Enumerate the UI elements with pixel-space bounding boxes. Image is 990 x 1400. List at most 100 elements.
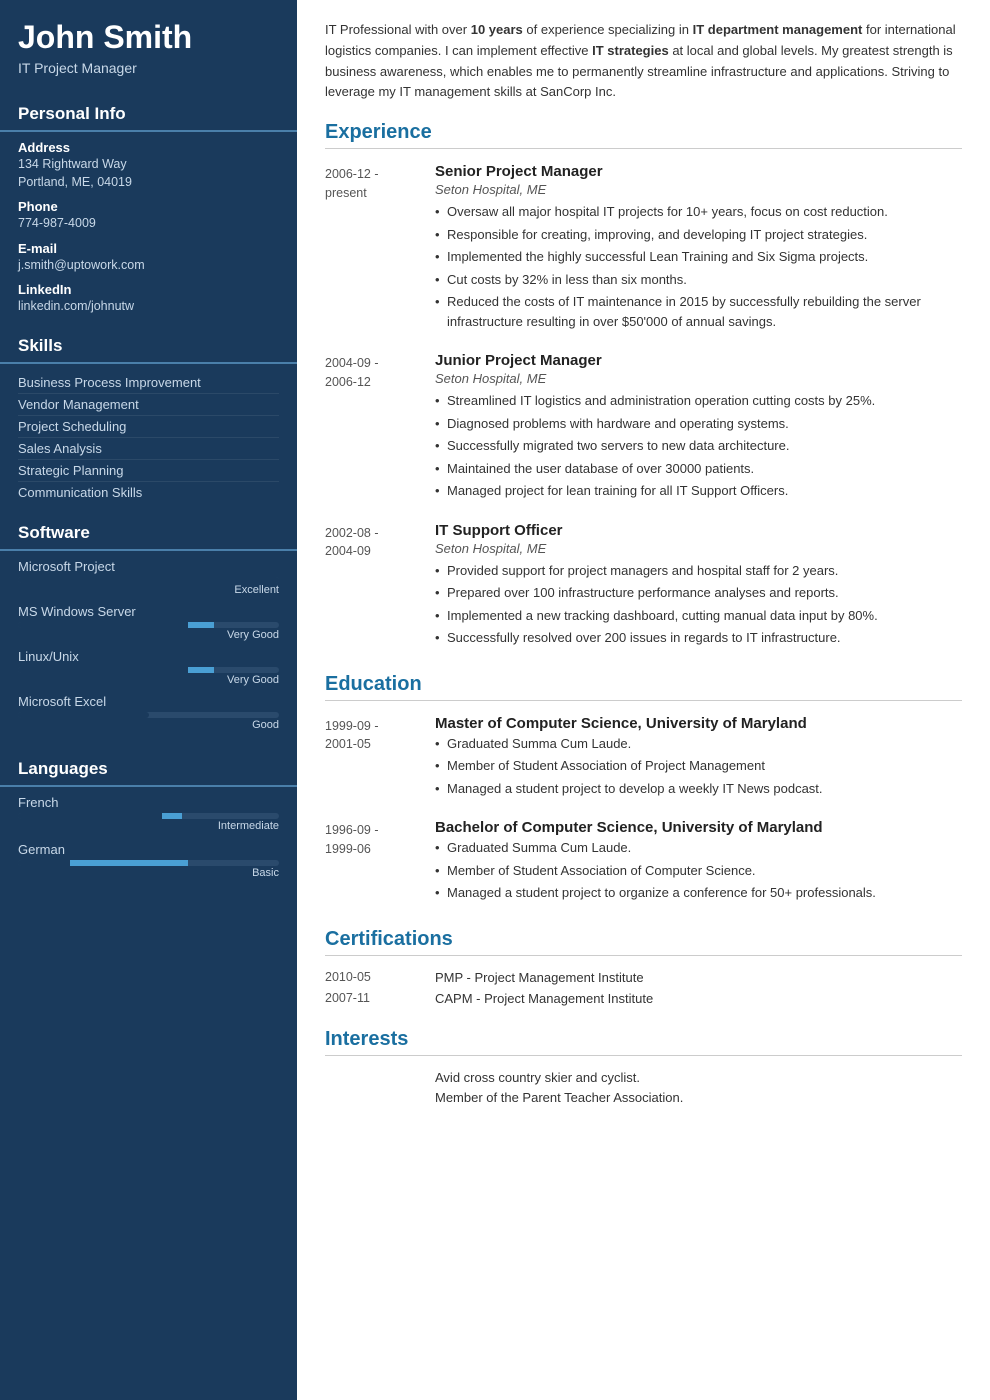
languages-content: French Intermediate German Basic — [0, 795, 297, 879]
bar-label: Excellent — [18, 584, 279, 596]
degree-title: Bachelor of Computer Science, University… — [435, 819, 962, 836]
bar-label: Good — [18, 719, 279, 731]
email-field: E-mail j.smith@uptowork.com — [18, 241, 279, 275]
candidate-title: IT Project Manager — [18, 60, 279, 76]
cert-date: 2010-05 — [325, 970, 435, 985]
bullet-item: Managed project for lean training for al… — [435, 481, 962, 501]
job-title: Senior Project Manager — [435, 163, 962, 180]
personal-info-heading: Personal Info — [0, 94, 297, 132]
entry-bullets: Streamlined IT logistics and administrat… — [435, 391, 962, 501]
lang-level: Basic — [18, 867, 279, 879]
bullet-item: Successfully resolved over 200 issues in… — [435, 628, 962, 648]
skill-bar — [18, 712, 279, 718]
cert-date: 2007-11 — [325, 991, 435, 1006]
cert-name: PMP - Project Management Institute — [435, 970, 644, 985]
bullet-item: Reduced the costs of IT maintenance in 2… — [435, 292, 962, 331]
education-entry: 1996-09 -1999-06 Bachelor of Computer Sc… — [325, 819, 962, 906]
skills-heading: Skills — [0, 326, 297, 364]
skill-bar — [18, 577, 279, 583]
entry-content: Bachelor of Computer Science, University… — [435, 819, 962, 906]
skill-item: Project Scheduling — [18, 416, 279, 438]
entry-date: 1999-09 -2001-05 — [325, 715, 435, 802]
interests-section: Interests Avid cross country skier and c… — [325, 1028, 962, 1105]
sidebar-header: John Smith IT Project Manager — [0, 0, 297, 94]
bar-filled — [18, 712, 149, 718]
skill-bar — [18, 667, 279, 673]
languages-section: Languages French Intermediate German — [0, 749, 297, 899]
entry-content: Senior Project Manager Seton Hospital, M… — [435, 163, 962, 334]
candidate-name: John Smith — [18, 20, 279, 55]
bullet-item: Cut costs by 32% in less than six months… — [435, 270, 962, 290]
bullet-item: Implemented a new tracking dashboard, cu… — [435, 606, 962, 626]
cert-name: CAPM - Project Management Institute — [435, 991, 653, 1006]
bar-label: Very Good — [18, 629, 279, 641]
education-heading: Education — [325, 673, 962, 701]
bullet-item: Provided support for project managers an… — [435, 561, 962, 581]
entry-date: 1996-09 -1999-06 — [325, 819, 435, 906]
skill-item: Sales Analysis — [18, 438, 279, 460]
sidebar: John Smith IT Project Manager Personal I… — [0, 0, 297, 1400]
entry-date: 2004-09 -2006-12 — [325, 352, 435, 504]
bullet-item: Streamlined IT logistics and administrat… — [435, 391, 962, 411]
interest-item: Member of the Parent Teacher Association… — [325, 1090, 962, 1105]
phone-label: Phone — [18, 199, 279, 214]
address-label: Address — [18, 140, 279, 155]
lang-bar — [18, 860, 279, 866]
main-content: IT Professional with over 10 years of ex… — [297, 0, 990, 1400]
language-french: French Intermediate — [18, 795, 279, 832]
entry-content: Master of Computer Science, University o… — [435, 715, 962, 802]
phone-value: 774-987-4009 — [18, 215, 279, 233]
skill-item: Business Process Improvement — [18, 372, 279, 394]
education-section: Education 1999-09 -2001-05 Master of Com… — [325, 673, 962, 906]
experience-entry: 2002-08 -2004-09 IT Support Officer Seto… — [325, 522, 962, 651]
interest-item: Avid cross country skier and cyclist. — [325, 1070, 962, 1085]
entry-bullets: Provided support for project managers an… — [435, 561, 962, 648]
entry-company: Seton Hospital, ME — [435, 182, 962, 197]
cert-entry: 2010-05 PMP - Project Management Institu… — [325, 970, 962, 985]
entry-company: Seton Hospital, ME — [435, 371, 962, 386]
bullet-item: Graduated Summa Cum Laude. — [435, 838, 962, 858]
linkedin-label: LinkedIn — [18, 282, 279, 297]
lang-name: German — [18, 842, 279, 857]
software-microsoft-project: Microsoft Project Excellent — [18, 559, 279, 596]
software-name: Microsoft Excel — [18, 694, 279, 709]
bullet-item: Diagnosed problems with hardware and ope… — [435, 414, 962, 434]
experience-entry: 2006-12 -present Senior Project Manager … — [325, 163, 962, 334]
bar-filled — [18, 577, 279, 583]
personal-info-content: Address 134 Rightward WayPortland, ME, 0… — [0, 140, 297, 316]
entry-date: 2006-12 -present — [325, 163, 435, 334]
skill-bar — [18, 622, 279, 628]
software-linux-unix: Linux/Unix Very Good — [18, 649, 279, 686]
bullet-item: Implemented the highly successful Lean T… — [435, 247, 962, 267]
bullet-item: Graduated Summa Cum Laude. — [435, 734, 962, 754]
skills-content: Business Process Improvement Vendor Mana… — [0, 372, 297, 503]
interests-heading: Interests — [325, 1028, 962, 1056]
bullet-item: Managed a student project to develop a w… — [435, 779, 962, 799]
email-label: E-mail — [18, 241, 279, 256]
skill-item: Communication Skills — [18, 482, 279, 503]
software-name: MS Windows Server — [18, 604, 279, 619]
bullet-item: Prepared over 100 infrastructure perform… — [435, 583, 962, 603]
job-title: IT Support Officer — [435, 522, 962, 539]
experience-heading: Experience — [325, 121, 962, 149]
entry-content: Junior Project Manager Seton Hospital, M… — [435, 352, 962, 504]
bullet-item: Member of Student Association of Compute… — [435, 861, 962, 881]
email-value: j.smith@uptowork.com — [18, 257, 279, 275]
lang-bar — [18, 813, 279, 819]
lang-name: French — [18, 795, 279, 810]
entry-date: 2002-08 -2004-09 — [325, 522, 435, 651]
software-name: Microsoft Project — [18, 559, 279, 574]
experience-entry: 2004-09 -2006-12 Junior Project Manager … — [325, 352, 962, 504]
bullet-item: Responsible for creating, improving, and… — [435, 225, 962, 245]
software-ms-windows: MS Windows Server Very Good — [18, 604, 279, 641]
bar-label: Very Good — [18, 674, 279, 686]
software-heading: Software — [0, 513, 297, 551]
skill-item: Strategic Planning — [18, 460, 279, 482]
entry-bullets: Oversaw all major hospital IT projects f… — [435, 202, 962, 331]
bullet-item: Maintained the user database of over 300… — [435, 459, 962, 479]
bullet-item: Oversaw all major hospital IT projects f… — [435, 202, 962, 222]
software-content: Microsoft Project Excellent MS Windows S… — [0, 559, 297, 731]
degree-title: Master of Computer Science, University o… — [435, 715, 962, 732]
experience-section: Experience 2006-12 -present Senior Proje… — [325, 121, 962, 651]
language-german: German Basic — [18, 842, 279, 879]
